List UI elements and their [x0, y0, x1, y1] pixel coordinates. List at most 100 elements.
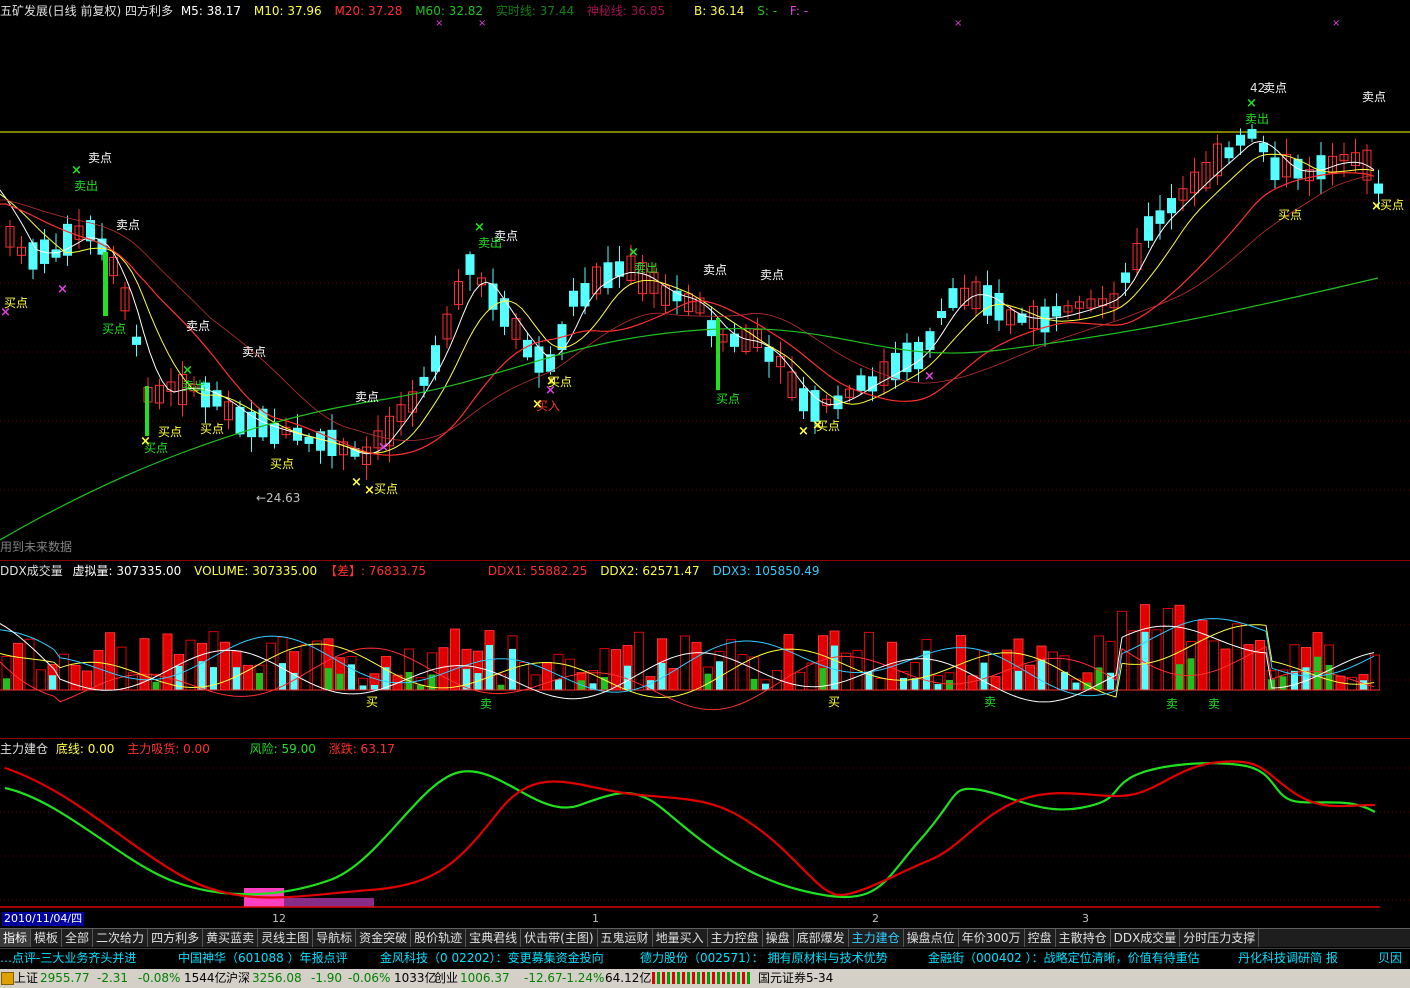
sh-pct: -0.08% — [138, 971, 181, 985]
hs-value: 3256.08 — [252, 971, 302, 985]
news-item[interactable]: 中国神华（601088 ）年报点评 — [178, 949, 348, 968]
tab-2[interactable]: 全部 — [62, 929, 94, 947]
candle-body — [1270, 157, 1280, 181]
buy-point-label: 买点 — [158, 425, 182, 439]
signal-x-mark: × — [628, 245, 639, 260]
tab-5[interactable]: 黄买蓝卖 — [203, 929, 259, 947]
buy-point-label: 买点 — [200, 422, 224, 436]
news-item[interactable]: 德力股份（002571）： 拥有原材料与技术优势 — [640, 949, 888, 968]
hs-label[interactable]: 沪深 — [226, 969, 250, 988]
ddx-inner-bar — [198, 661, 206, 690]
candle-body — [810, 390, 820, 422]
sell-point-label: 卖点 — [1263, 81, 1287, 95]
volume-bar — [1209, 640, 1219, 691]
volume-bar — [185, 639, 196, 691]
candle-body — [799, 388, 808, 412]
volume-bar — [59, 653, 69, 691]
volume-bar — [438, 647, 449, 691]
candle-body — [1259, 142, 1268, 153]
sh-label[interactable]: 上证 — [14, 969, 38, 988]
cy-value: 1006.37 — [460, 971, 510, 985]
signal-x-mark: × — [364, 483, 375, 498]
tab-20[interactable]: 控盘 — [1025, 929, 1056, 947]
signal-bar — [716, 318, 720, 390]
tab-1[interactable]: 模板 — [31, 929, 63, 947]
volume-bar — [1163, 607, 1173, 691]
tab-8[interactable]: 资金突破 — [356, 929, 412, 947]
tab-15[interactable]: 操盘 — [763, 929, 794, 947]
volume-bar — [312, 640, 322, 691]
tab-18[interactable]: 操盘点位 — [904, 929, 959, 947]
volume-bar — [726, 639, 736, 691]
risk-line — [4, 762, 1376, 899]
change-line — [4, 760, 1376, 899]
candle-body — [1155, 210, 1165, 224]
ddx-inner-bar — [325, 668, 332, 690]
signal-x-mark: × — [924, 369, 935, 384]
sell-out-label: 卖出 — [182, 379, 206, 393]
indicator-tab-bar: 指标 模板 全部 二次给力 四方利多 黄买蓝卖 灵线主图 导航标 资金突破 股价轨迹 宝典君线 伏击带… — [0, 928, 1410, 947]
tab-14[interactable]: 主力控盘 — [708, 929, 763, 947]
ddx-inner-bar — [486, 644, 493, 690]
tab-22[interactable]: DDX成交量 — [1111, 929, 1181, 947]
tab-13[interactable]: 地量买入 — [653, 929, 708, 947]
candle-body — [1224, 147, 1234, 159]
buy-point-label: 买点 — [270, 457, 294, 471]
volume-bar — [162, 633, 173, 691]
tab-4[interactable]: 四方利多 — [148, 929, 204, 947]
candle-body — [304, 436, 314, 444]
signal-x-mark: × — [546, 374, 557, 389]
ddx-inner-bar — [233, 667, 240, 690]
current-date[interactable]: 2010/11/04/四 — [2, 912, 85, 926]
tab-19[interactable]: 年价300万 — [959, 929, 1025, 947]
future-data-note: 用到未来数据 — [0, 540, 73, 554]
candle-body — [1236, 134, 1245, 146]
buy-point-label: 买点 — [1380, 198, 1404, 212]
news-item[interactable]: 金风科技（0 02202）：变更募集资金投向 — [380, 949, 604, 968]
volume-bar — [680, 635, 690, 691]
news-item[interactable]: 金融街（000402 ）：战略定位清晰，价值有待重估 — [928, 949, 1200, 968]
cy-pct: -1.24% — [562, 971, 605, 985]
candle-body — [51, 249, 61, 258]
tab-10[interactable]: 宝典君线 — [466, 929, 522, 947]
candle-body — [856, 375, 866, 391]
tab-11[interactable]: 伏击带(主图) — [521, 929, 598, 947]
tab-21[interactable]: 主散持仓 — [1056, 929, 1111, 947]
tab-9[interactable]: 股价轨迹 — [411, 929, 467, 947]
news-item[interactable]: …点评-三大业务齐头并进 — [0, 949, 136, 968]
candle-body — [833, 395, 843, 410]
ddx-inner-bar — [1038, 659, 1045, 690]
sell-point-label: 卖点 — [1362, 90, 1386, 104]
signal-x-mark: × — [140, 434, 151, 449]
ddx-inner-bar — [1176, 664, 1183, 690]
buy-point-label: 买点 — [1278, 208, 1302, 222]
date-tick-12: 12 — [272, 912, 286, 925]
signal-bar — [103, 252, 108, 316]
signal-bar — [145, 386, 149, 436]
tab-6[interactable]: 灵线主图 — [258, 929, 314, 947]
sell-point-label: 卖点 — [760, 268, 784, 282]
ddx-inner-bar — [923, 650, 930, 690]
sell-point-label: 卖点 — [186, 319, 210, 333]
sell-point-label: 卖点 — [355, 390, 379, 404]
tab-17[interactable]: 主力建仓 — [849, 929, 904, 947]
tab-3[interactable]: 二次给力 — [93, 929, 149, 947]
sell-out-label: 卖出 — [1245, 112, 1269, 126]
candle-body — [764, 346, 774, 362]
candle-body — [235, 406, 245, 435]
ddx-inner-bar — [555, 679, 562, 690]
high-price-label: 42 — [1250, 81, 1266, 95]
kline-chart[interactable]: × × × × 卖点卖点卖点卖点卖点卖点卖点 卖点卖点卖点买点买点 买点买点买点买点买点买… — [0, 0, 1410, 928]
buy-green-label: 买点 — [716, 392, 740, 406]
cy-label[interactable]: 创业 — [434, 969, 458, 988]
ma60-line — [0, 277, 1379, 541]
tab-16[interactable]: 底部爆发 — [794, 929, 849, 947]
candle-body — [707, 320, 716, 337]
tab-12[interactable]: 五鬼运财 — [598, 929, 653, 947]
top-marker: × — [478, 18, 486, 29]
tab-7[interactable]: 导航标 — [313, 929, 357, 947]
ddx-inner-bar — [152, 681, 160, 690]
tab-23[interactable]: 分时压力支撑 — [1180, 929, 1260, 947]
tab-0[interactable]: 指标 — [0, 929, 32, 947]
news-item[interactable]: 丹化科技调研简 报 — [1238, 949, 1338, 968]
